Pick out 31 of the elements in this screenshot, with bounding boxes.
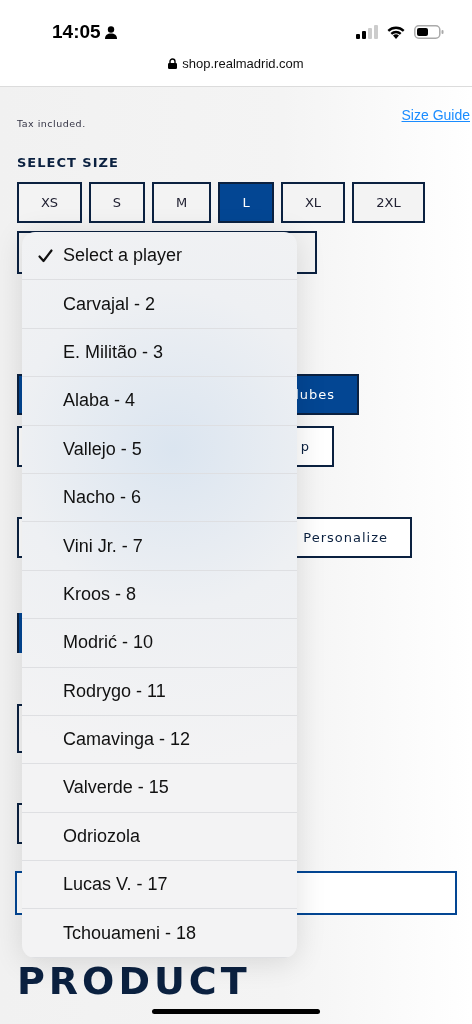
menu-item[interactable]: Odriozola [22, 812, 297, 862]
description-heading: PRODUCT [17, 959, 252, 1003]
menu-item[interactable]: Vallejo - 5 [22, 425, 297, 474]
person-icon [104, 25, 117, 39]
size-button[interactable]: L [218, 182, 274, 223]
size-button[interactable]: M [152, 182, 211, 223]
tax-note: Tax included. [17, 118, 86, 129]
size-button[interactable]: XS [17, 182, 82, 223]
wifi-icon [386, 25, 406, 39]
menu-item[interactable]: Rodrygo - 11 [22, 667, 297, 716]
lock-icon [168, 58, 178, 69]
menu-item[interactable]: Camavinga - 12 [22, 715, 297, 765]
menu-item[interactable]: Vini Jr. - 7 [22, 522, 297, 571]
menu-item[interactable]: Carvajal - 2 [22, 280, 297, 329]
size-button[interactable]: XL [281, 182, 345, 223]
signal-icon [356, 25, 378, 39]
url-text[interactable]: shop.realmadrid.com [182, 56, 304, 71]
menu-item[interactable]: Valverde - 15 [22, 764, 297, 813]
size-button[interactable]: S [89, 182, 145, 223]
menu-item[interactable]: Modrić - 10 [22, 619, 297, 668]
menu-item[interactable]: Select a player [22, 232, 297, 281]
menu-item[interactable]: Kroos - 8 [22, 570, 297, 620]
menu-item[interactable]: E. Militão - 3 [22, 328, 297, 378]
menu-item[interactable]: Alaba - 4 [22, 377, 297, 426]
menu-item[interactable]: Nacho - 6 [22, 473, 297, 523]
section-heading: SELECT SIZE [17, 155, 120, 170]
battery-icon [414, 25, 444, 39]
menu-item[interactable]: Tchouameni - 18 [22, 909, 297, 958]
menu-item[interactable]: Lucas V. - 17 [22, 861, 297, 910]
size-button[interactable]: 2XL [352, 182, 425, 223]
clock-time: 14:05 [52, 21, 101, 43]
